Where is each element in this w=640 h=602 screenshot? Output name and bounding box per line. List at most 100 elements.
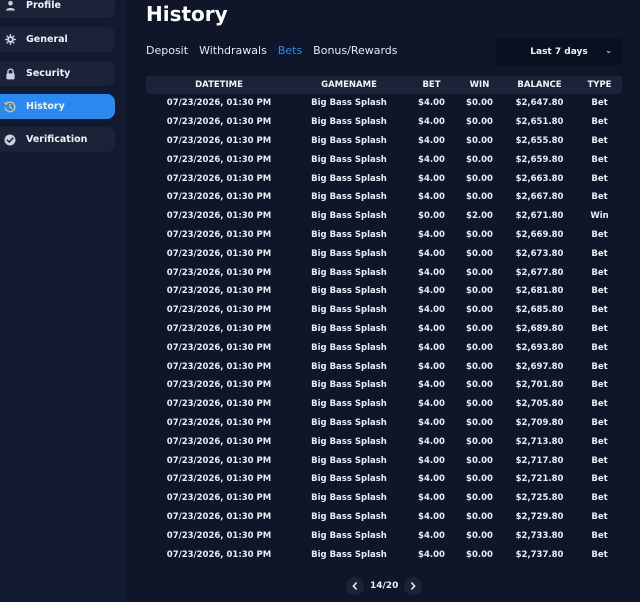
cell-balance: $2,677.80 bbox=[515, 267, 564, 278]
cell-type: Win bbox=[590, 211, 609, 222]
sidebar: Profile General Security History Verific… bbox=[0, 0, 126, 602]
cell-bet: $4.00 bbox=[418, 323, 445, 334]
cell-win: $0.00 bbox=[466, 98, 493, 109]
column-header-win: WIN bbox=[469, 80, 490, 90]
table-row: 07/23/2026, 01:30 PM Big Bass Splash $4.00… bbox=[146, 132, 622, 151]
cell-win: $0.00 bbox=[466, 117, 493, 128]
cell-gamename: Big Bass Splash bbox=[311, 229, 387, 240]
cell-win: $0.00 bbox=[466, 417, 493, 428]
cell-balance: $2,709.80 bbox=[515, 417, 564, 428]
next-page-button[interactable] bbox=[404, 577, 423, 595]
cell-balance: $2,737.80 bbox=[515, 549, 564, 560]
cell-datetime: 07/23/2026, 01:30 PM bbox=[166, 361, 272, 372]
cell-bet: $4.00 bbox=[418, 380, 445, 391]
cell-datetime: 07/23/2026, 01:30 PM bbox=[166, 417, 272, 428]
cell-balance: $2,651.80 bbox=[515, 117, 564, 128]
cell-bet: $4.00 bbox=[418, 135, 445, 146]
cell-gamename: Big Bass Splash bbox=[311, 286, 387, 297]
table-row: 07/23/2026, 01:30 PM Big Bass Splash $4.00… bbox=[146, 150, 622, 169]
cell-datetime: 07/23/2026, 01:30 PM bbox=[166, 286, 272, 297]
cell-balance: $2,733.80 bbox=[515, 530, 564, 541]
column-header-balance: BALANCE bbox=[517, 80, 562, 90]
cell-win: $0.00 bbox=[466, 511, 493, 522]
cell-bet: $0.00 bbox=[418, 211, 445, 222]
cell-win: $0.00 bbox=[466, 474, 493, 485]
cell-datetime: 07/23/2026, 01:30 PM bbox=[166, 474, 272, 485]
cell-datetime: 07/23/2026, 01:30 PM bbox=[166, 436, 272, 447]
cell-type: Bet bbox=[591, 342, 608, 353]
cell-type: Bet bbox=[591, 135, 608, 146]
date-range-value: Last 7 days bbox=[530, 47, 588, 57]
lock-icon bbox=[3, 67, 17, 81]
cell-win: $0.00 bbox=[466, 173, 493, 184]
sidebar-item-general[interactable]: General bbox=[0, 27, 115, 52]
cell-balance: $2,667.80 bbox=[515, 192, 564, 203]
cell-type: Bet bbox=[591, 323, 608, 334]
user-icon bbox=[3, 0, 17, 13]
sidebar-item-security[interactable]: Security bbox=[0, 61, 115, 86]
cell-type: Bet bbox=[591, 192, 608, 203]
cell-type: Bet bbox=[591, 117, 608, 128]
sidebar-item-label: History bbox=[26, 101, 65, 112]
cell-win: $0.00 bbox=[466, 248, 493, 259]
cell-datetime: 07/23/2026, 01:30 PM bbox=[166, 98, 272, 109]
cell-datetime: 07/23/2026, 01:30 PM bbox=[166, 342, 272, 353]
tab-bonus-rewards[interactable]: Bonus/Rewards bbox=[313, 44, 397, 57]
cell-datetime: 07/23/2026, 01:30 PM bbox=[166, 248, 272, 259]
cell-type: Bet bbox=[591, 380, 608, 391]
cell-datetime: 07/23/2026, 01:30 PM bbox=[166, 511, 272, 522]
cell-balance: $2,717.80 bbox=[515, 455, 564, 466]
cell-gamename: Big Bass Splash bbox=[311, 455, 387, 466]
table-row: 07/23/2026, 01:30 PM Big Bass Splash $4.00… bbox=[146, 338, 622, 357]
cell-win: $0.00 bbox=[466, 455, 493, 466]
cell-win: $0.00 bbox=[466, 361, 493, 372]
cell-gamename: Big Bass Splash bbox=[311, 493, 387, 504]
tab-bets[interactable]: Bets bbox=[278, 44, 302, 57]
cell-balance: $2,655.80 bbox=[515, 135, 564, 146]
cell-bet: $4.00 bbox=[418, 248, 445, 259]
cell-type: Bet bbox=[591, 248, 608, 259]
sidebar-item-profile[interactable]: Profile bbox=[0, 0, 115, 18]
previous-page-button[interactable] bbox=[346, 577, 364, 595]
cell-balance: $2,659.80 bbox=[515, 154, 564, 165]
cell-balance: $2,689.80 bbox=[515, 323, 564, 334]
cell-bet: $4.00 bbox=[418, 549, 445, 560]
cell-bet: $4.00 bbox=[418, 286, 445, 297]
cell-win: $0.00 bbox=[466, 436, 493, 447]
cell-type: Bet bbox=[591, 474, 608, 485]
cell-datetime: 07/23/2026, 01:30 PM bbox=[166, 493, 272, 504]
date-range-select[interactable]: Last 7 days ⌄ bbox=[496, 38, 622, 66]
cell-gamename: Big Bass Splash bbox=[311, 98, 387, 109]
cell-balance: $2,647.80 bbox=[515, 98, 564, 109]
table-row: 07/23/2026, 01:30 PM Big Bass Splash $4.00… bbox=[146, 226, 622, 245]
cell-type: Bet bbox=[591, 511, 608, 522]
cell-gamename: Big Bass Splash bbox=[311, 248, 387, 259]
cell-datetime: 07/23/2026, 01:30 PM bbox=[166, 399, 272, 410]
table-row: 07/23/2026, 01:30 PM Big Bass Splash $4.00… bbox=[146, 470, 622, 489]
table-row: 07/23/2026, 01:30 PM Big Bass Splash $4.00… bbox=[146, 432, 622, 451]
cell-datetime: 07/23/2026, 01:30 PM bbox=[166, 117, 272, 128]
table-row: 07/23/2026, 01:30 PM Big Bass Splash $4.00… bbox=[146, 451, 622, 470]
cell-datetime: 07/23/2026, 01:30 PM bbox=[166, 135, 272, 146]
cell-datetime: 07/23/2026, 01:30 PM bbox=[166, 192, 272, 203]
cell-bet: $4.00 bbox=[418, 98, 445, 109]
cell-bet: $4.00 bbox=[418, 305, 445, 316]
tab-withdrawals[interactable]: Withdrawals bbox=[199, 44, 267, 57]
cell-gamename: Big Bass Splash bbox=[311, 192, 387, 203]
cell-gamename: Big Bass Splash bbox=[311, 135, 387, 146]
cell-bet: $4.00 bbox=[418, 417, 445, 428]
tab-deposit[interactable]: Deposit bbox=[146, 44, 188, 57]
cell-balance: $2,685.80 bbox=[515, 305, 564, 316]
table-row: 07/23/2026, 01:30 PM Big Bass Splash $0.00… bbox=[146, 207, 622, 226]
sidebar-item-verification[interactable]: Verification bbox=[0, 127, 115, 152]
cell-win: $0.00 bbox=[466, 154, 493, 165]
cell-type: Bet bbox=[591, 98, 608, 109]
cell-gamename: Big Bass Splash bbox=[311, 399, 387, 410]
cell-win: $0.00 bbox=[466, 549, 493, 560]
cell-balance: $2,671.80 bbox=[515, 211, 564, 222]
sidebar-item-history[interactable]: History bbox=[0, 94, 115, 119]
cell-gamename: Big Bass Splash bbox=[311, 342, 387, 353]
cell-gamename: Big Bass Splash bbox=[311, 267, 387, 278]
page-indicator: 14/20 bbox=[370, 581, 399, 591]
table-row: 07/23/2026, 01:30 PM Big Bass Splash $4.00… bbox=[146, 244, 622, 263]
